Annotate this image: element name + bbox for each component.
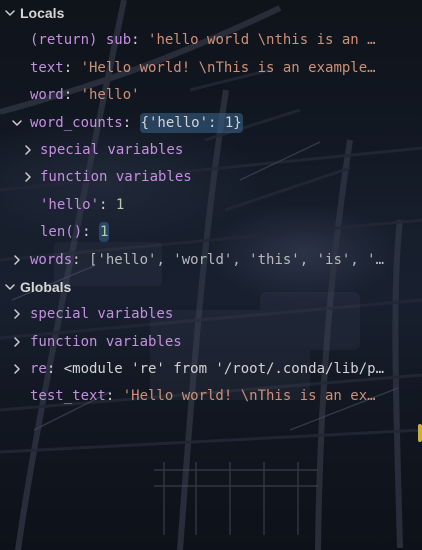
chevron-right-icon[interactable] (11, 254, 23, 266)
globals-function-variables-row[interactable]: function variables (0, 329, 422, 356)
variable-value: {'hello': 1} (139, 112, 243, 133)
chevron-down-icon[interactable] (4, 7, 16, 19)
variable-name: word_counts (30, 114, 123, 131)
globals-section-title: Globals (20, 278, 72, 295)
locals-section-header[interactable]: Locals (0, 0, 422, 27)
word-counts-function-variables-row[interactable]: function variables (0, 164, 422, 191)
word-counts-special-variables-row[interactable]: special variables (0, 137, 422, 164)
global-test-text-row[interactable]: test_text: 'Hello world! \nThis is an ex… (0, 383, 422, 410)
dict-key: 'hello' (40, 196, 100, 213)
chevron-right-icon[interactable] (22, 171, 34, 183)
dict-value: 1 (115, 196, 125, 213)
local-word-counts-row[interactable]: word_counts: {'hello': 1} (0, 110, 422, 137)
globals-special-variables-row[interactable]: special variables (0, 301, 422, 328)
variable-value: ['hello', 'world', 'this', 'is', '… (89, 251, 385, 268)
debug-variables-panel: Locals (return) sub: 'hello world \nthis… (0, 0, 422, 550)
variable-value: <module 're' from '/root/.conda/lib/p… (63, 361, 385, 378)
local-words-row[interactable]: words: ['hello', 'world', 'this', 'is', … (0, 247, 422, 274)
chevron-right-icon[interactable] (11, 308, 23, 320)
globals-section-header[interactable]: Globals (0, 274, 422, 301)
variable-value: 'hello' (80, 87, 140, 104)
chevron-down-icon[interactable] (11, 117, 23, 129)
dict-key: len() (40, 224, 83, 241)
variable-name: word (30, 87, 64, 104)
word-counts-len-entry-row[interactable]: len(): 1 (0, 219, 422, 246)
variable-value: 'Hello world! \nThis is an ex… (122, 388, 376, 405)
variable-value: 'Hello world! \nThis is an example… (80, 59, 376, 76)
locals-section-title: Locals (20, 5, 65, 21)
variable-name: test_text (30, 388, 106, 405)
variable-value: 'hello world \nthis is an … (148, 32, 376, 49)
scroll-position-marker (418, 424, 422, 442)
local-word-row[interactable]: word: 'hello' (0, 82, 422, 109)
chevron-right-icon[interactable] (22, 144, 34, 156)
dict-value: 1 (99, 222, 110, 243)
group-label: function variables (30, 333, 182, 350)
chevron-right-icon[interactable] (11, 336, 23, 348)
chevron-right-icon[interactable] (11, 363, 23, 375)
variable-name: (return) sub (30, 32, 132, 49)
group-label: special variables (30, 306, 174, 323)
local-text-row[interactable]: text: 'Hello world! \nThis is an example… (0, 55, 422, 82)
variable-name: re (30, 361, 47, 378)
variable-name: text (30, 59, 64, 76)
global-re-row[interactable]: re: <module 're' from '/root/.conda/lib/… (0, 356, 422, 383)
group-label: function variables (40, 169, 192, 186)
word-counts-hello-entry-row[interactable]: 'hello': 1 (0, 192, 422, 219)
local-return-sub-row[interactable]: (return) sub: 'hello world \nthis is an … (0, 27, 422, 54)
group-label: special variables (40, 141, 184, 158)
chevron-down-icon[interactable] (4, 281, 16, 293)
variable-name: words (30, 251, 73, 268)
